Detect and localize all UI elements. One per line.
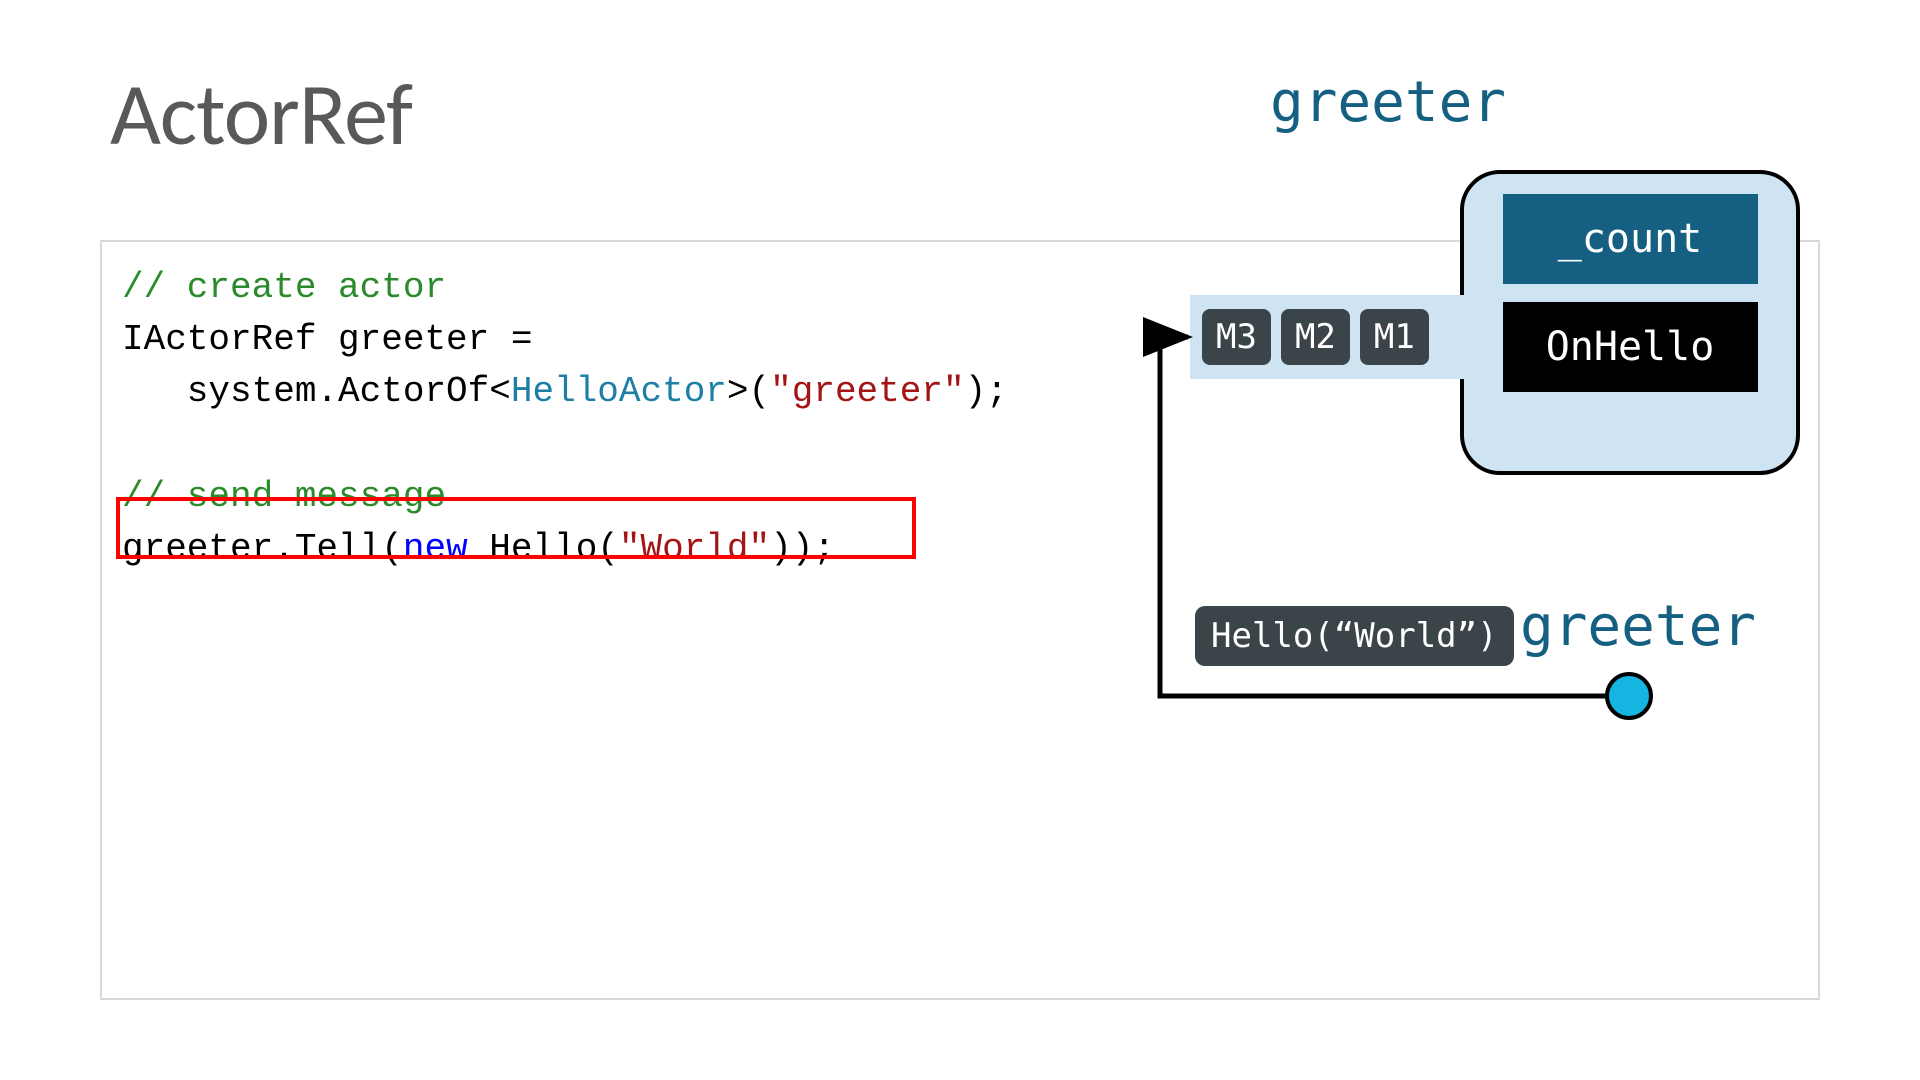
actorref-dot-icon (1605, 672, 1653, 720)
code-keyword-new: new (403, 528, 468, 569)
page-title: ActorRef (110, 60, 412, 168)
queue-msg-m3: M3 (1202, 309, 1271, 365)
code-comment-send: // send message (122, 476, 446, 517)
actor-box: _count OnHello (1460, 170, 1800, 475)
code-line2: IActorRef greeter = (122, 319, 532, 360)
code-string-world: "World" (619, 528, 770, 569)
code-type-helloactor: HelloActor (511, 371, 727, 412)
code-line3a: system.ActorOf< (122, 371, 511, 412)
code-line3b: >( (727, 371, 770, 412)
queue-msg-m2: M2 (1281, 309, 1350, 365)
code-string-greeter: "greeter" (770, 371, 964, 412)
actor-field-count: _count (1503, 194, 1758, 284)
code-line5c: )); (770, 528, 835, 569)
code-comment-create: // create actor (122, 267, 446, 308)
actorref-label: greeter (1520, 594, 1756, 659)
code-line3c: ); (965, 371, 1008, 412)
actor-field-onhello: OnHello (1503, 302, 1758, 392)
code-line5b: Hello( (468, 528, 619, 569)
queue-msg-m1: M1 (1360, 309, 1429, 365)
code-line5a: greeter.Tell( (122, 528, 403, 569)
message-queue: M3 M2 M1 (1190, 295, 1482, 379)
hello-message-pill: Hello(“World”) (1195, 606, 1514, 666)
actor-label-top: greeter (1270, 70, 1506, 135)
